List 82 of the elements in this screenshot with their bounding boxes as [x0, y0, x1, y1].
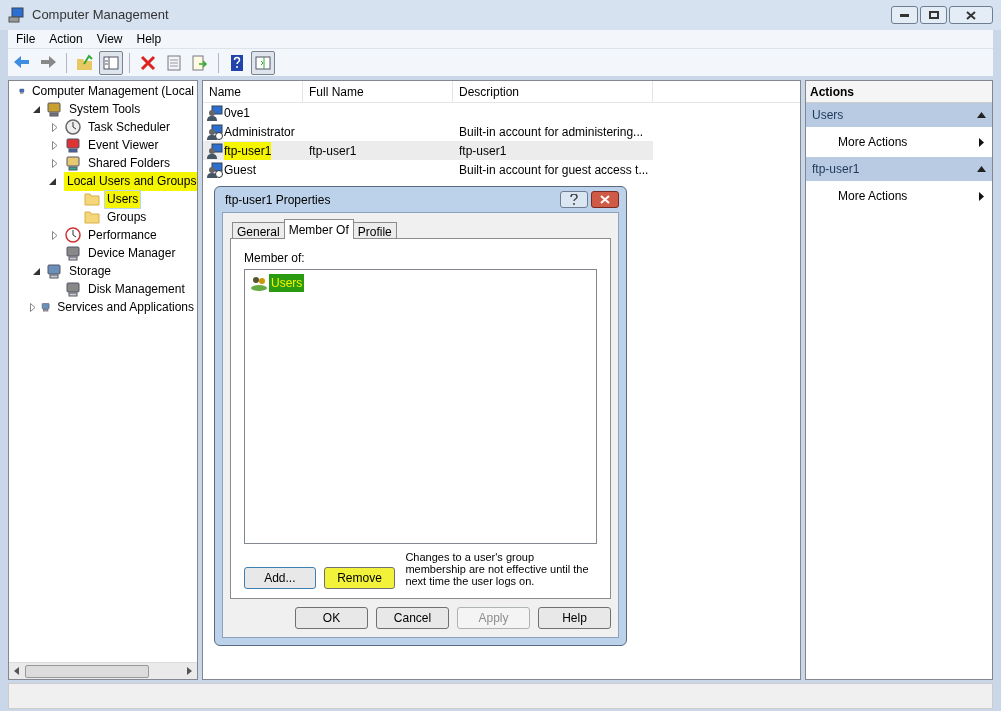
close-icon — [966, 10, 976, 20]
dialog-button[interactable]: Cancel — [376, 607, 449, 629]
menu-item[interactable]: View — [90, 30, 129, 48]
users-icon — [250, 275, 268, 291]
description: ftp-user1 — [459, 143, 507, 158]
collapsed-arrow-icon[interactable] — [52, 140, 58, 150]
action-link[interactable]: More Actions — [838, 133, 908, 151]
expanded-arrow-icon[interactable] — [32, 267, 40, 275]
minimize-button[interactable] — [891, 6, 918, 24]
dialog-button[interactable]: Help — [538, 607, 611, 629]
tree-item[interactable]: System Tools — [66, 99, 144, 119]
user-icon — [207, 104, 223, 121]
close-button[interactable] — [949, 6, 993, 24]
list-row[interactable]: ftp-user1 ftp-user1 ftp-user1 — [203, 141, 653, 160]
folder-icon — [84, 210, 100, 224]
dialog-button[interactable]: Remove — [323, 567, 396, 589]
dialog-tab[interactable]: Member Of — [283, 219, 354, 239]
collapsed-arrow-icon[interactable] — [52, 158, 58, 168]
full-name: ftp-user1 — [309, 143, 357, 158]
column-header[interactable]: Description — [453, 81, 653, 102]
collapse-caret-icon[interactable] — [977, 112, 986, 118]
horizontal-scrollbar[interactable] — [9, 662, 197, 679]
section-title: ftp-user1 — [812, 161, 860, 178]
collapsed-arrow-icon[interactable] — [30, 302, 37, 312]
dialog-button: Apply — [457, 607, 530, 629]
expanded-arrow-icon[interactable] — [49, 177, 56, 185]
tree-item[interactable]: Computer Management (Local — [28, 81, 197, 101]
disabled-user-icon — [207, 123, 223, 140]
tree-item[interactable]: Shared Folders — [85, 153, 174, 173]
computer-icon — [8, 7, 24, 23]
menu-item[interactable]: Help — [130, 30, 168, 48]
description: Built-in account for administering... — [459, 124, 644, 139]
user-name: 0ve1 — [224, 104, 251, 122]
description: Built-in account for guest access t... — [459, 162, 649, 177]
column-header[interactable]: Name — [203, 81, 303, 102]
dialog-button[interactable]: Add... — [244, 567, 316, 589]
tree-item[interactable]: Services and Applications — [54, 297, 197, 317]
submenu-arrow-icon — [979, 137, 984, 147]
user-name: ftp-user1 — [224, 141, 272, 160]
action-pane-icon[interactable] — [251, 50, 275, 75]
action-section-header[interactable]: ftp-user1 — [806, 157, 992, 181]
scroll-left-icon[interactable] — [14, 667, 19, 675]
help-icon — [570, 194, 578, 205]
member-of-label: Member of: — [244, 250, 306, 267]
collapse-caret-icon[interactable] — [977, 166, 986, 172]
user-name: Administrator — [224, 123, 295, 141]
user-name: Guest — [224, 161, 256, 179]
window-title: Computer Management — [32, 6, 169, 25]
minimize-icon — [900, 13, 909, 17]
list-row[interactable]: 0ve1 — [203, 103, 653, 122]
help-button[interactable] — [560, 191, 588, 208]
tree-item[interactable]: Device Manager — [85, 243, 179, 263]
close-button[interactable] — [591, 191, 619, 208]
user-icon — [207, 142, 223, 159]
column-header[interactable]: Full Name — [303, 81, 453, 102]
actions-title: Actions — [806, 81, 992, 103]
collapsed-arrow-icon[interactable] — [52, 230, 58, 240]
tree-item[interactable]: Event Viewer — [85, 135, 162, 155]
membership-note: Changes to a user's group membership are not effective until the next time the user logs on. — [405, 551, 590, 587]
dialog-title: ftp-user1 Properties — [224, 191, 331, 209]
tree-item[interactable]: Local Users and Groups — [64, 171, 197, 191]
dialog-button[interactable]: OK — [295, 607, 368, 629]
tree-item[interactable]: Groups — [104, 207, 150, 227]
expanded-arrow-icon[interactable] — [32, 105, 40, 113]
section-title: Users — [812, 107, 844, 124]
collapsed-arrow-icon[interactable] — [52, 122, 58, 132]
tree-item[interactable]: Disk Management — [85, 279, 188, 299]
tree-item[interactable]: Storage — [66, 261, 115, 281]
tree-pane-icon[interactable] — [99, 50, 123, 75]
submenu-arrow-icon — [979, 191, 984, 201]
tree-item[interactable]: Task Scheduler — [85, 117, 174, 137]
disabled-user-icon — [207, 161, 223, 178]
maximize-icon — [928, 11, 939, 19]
tree-item[interactable]: Performance — [85, 225, 160, 245]
menu-item[interactable]: File — [10, 30, 42, 48]
close-icon — [600, 195, 610, 204]
menu-item[interactable]: Action — [43, 30, 89, 48]
scroll-right-icon[interactable] — [187, 667, 192, 675]
action-section-header[interactable]: Users — [806, 103, 992, 127]
maximize-button[interactable] — [920, 6, 947, 24]
action-link[interactable]: More Actions — [838, 187, 908, 205]
clock-icon — [65, 119, 81, 135]
